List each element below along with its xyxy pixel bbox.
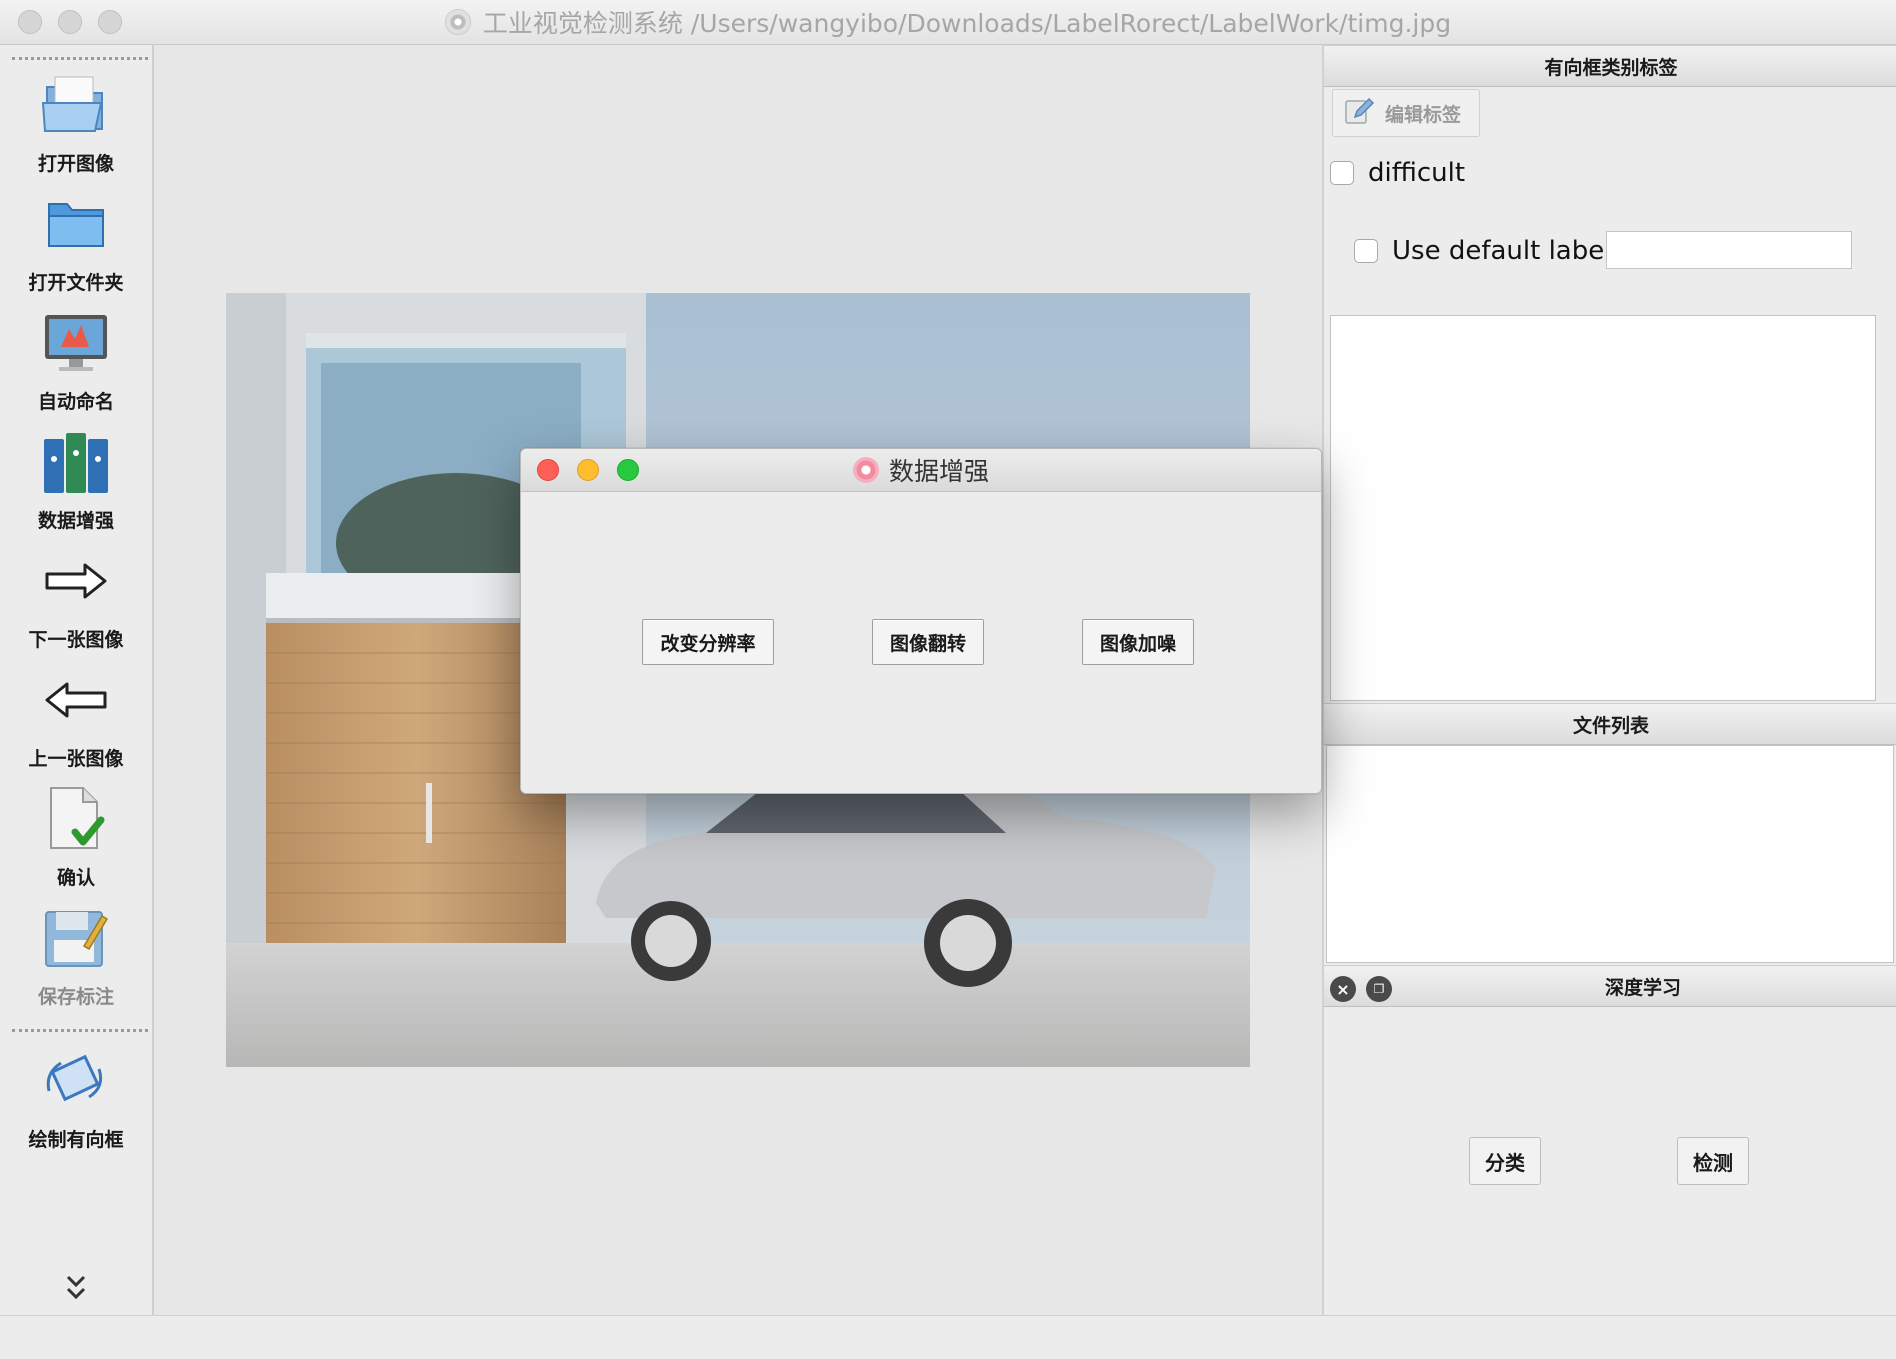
- window-titlebar: 工业视觉检测系统 /Users/wangyibo/Downloads/Label…: [0, 0, 1896, 45]
- edit-pencil-icon: [1343, 95, 1375, 132]
- data-augment-button[interactable]: 数据增强: [0, 426, 152, 544]
- classify-button[interactable]: 分类: [1469, 1137, 1541, 1185]
- edit-label-text: 编辑标签: [1385, 103, 1462, 126]
- open-image-icon: [40, 69, 112, 141]
- open-image-label: 打开图像: [37, 153, 114, 175]
- next-image-label: 下一张图像: [28, 629, 124, 651]
- dialog-title: 数据增强: [888, 457, 989, 486]
- next-image-button[interactable]: 下一张图像: [0, 545, 152, 663]
- save-icon: [40, 902, 112, 974]
- label-list[interactable]: [1330, 315, 1876, 701]
- deep-learning-title: 深度学习: [1604, 976, 1681, 999]
- save-annotation-label: 保存标注: [37, 986, 114, 1008]
- data-augment-dialog: 数据增强 改变分辨率 图像翻转 图像加噪: [520, 448, 1322, 794]
- change-resolution-button[interactable]: 改变分辨率: [642, 619, 774, 665]
- open-image-button[interactable]: 打开图像: [0, 69, 152, 187]
- toolbar-separator: [12, 1029, 148, 1032]
- right-dock: 有向框类别标签 编辑标签 difficult Use default label…: [1322, 45, 1896, 1315]
- confirm-label: 确认: [56, 867, 95, 889]
- dialog-titlebar: 数据增强: [521, 449, 1321, 492]
- status-bar: [0, 1315, 1896, 1359]
- draw-rotated-box-button[interactable]: 绘制有向框: [0, 1045, 152, 1163]
- difficult-checkbox[interactable]: [1330, 161, 1354, 185]
- data-augment-icon: [40, 426, 112, 498]
- edit-label-button[interactable]: 编辑标签: [1332, 89, 1480, 137]
- file-list-header: 文件列表: [1324, 703, 1896, 745]
- draw-rotated-box-icon: [40, 1045, 112, 1117]
- use-default-label-text: Use default label: [1392, 236, 1612, 266]
- dock-close-icon[interactable]: ×: [1330, 976, 1356, 1002]
- label-panel-header: 有向框类别标签: [1324, 45, 1896, 87]
- next-arrow-icon: [40, 545, 112, 617]
- file-list[interactable]: [1326, 745, 1894, 963]
- dock-float-icon[interactable]: ❐: [1366, 976, 1392, 1002]
- detect-button[interactable]: 检测: [1677, 1137, 1749, 1185]
- auto-name-label: 自动命名: [37, 391, 114, 413]
- open-folder-button[interactable]: 打开文件夹: [0, 188, 152, 306]
- dialog-app-icon: [852, 457, 879, 483]
- prev-image-label: 上一张图像: [28, 748, 124, 770]
- confirm-button[interactable]: 确认: [0, 783, 152, 901]
- auto-name-button[interactable]: 自动命名: [0, 307, 152, 425]
- open-folder-label: 打开文件夹: [28, 272, 124, 294]
- confirm-icon: [40, 783, 112, 855]
- difficult-row: difficult: [1330, 158, 1465, 188]
- save-annotation-button[interactable]: 保存标注: [0, 902, 152, 1020]
- toolbar-grip[interactable]: [12, 57, 148, 60]
- main-toolbar: 打开图像 打开文件夹 自动命名 数据增强 下一张图像 上一张图像 确认 保存标注…: [0, 45, 154, 1315]
- auto-name-icon: [40, 307, 112, 379]
- prev-arrow-icon: [40, 664, 112, 736]
- open-folder-icon: [40, 188, 112, 260]
- use-default-label-row: Use default label: [1354, 236, 1611, 266]
- deep-learning-header: × ❐ 深度学习: [1324, 965, 1896, 1007]
- prev-image-button[interactable]: 上一张图像: [0, 664, 152, 782]
- draw-rotated-box-label: 绘制有向框: [28, 1129, 124, 1151]
- default-label-input[interactable]: [1606, 231, 1852, 269]
- window-title: 工业视觉检测系统 /Users/wangyibo/Downloads/Label…: [482, 9, 1452, 38]
- toolbar-overflow-chevron-icon[interactable]: [64, 1273, 88, 1303]
- difficult-label: difficult: [1368, 158, 1466, 188]
- image-noise-button[interactable]: 图像加噪: [1082, 619, 1194, 665]
- use-default-label-checkbox[interactable]: [1354, 239, 1378, 263]
- app-disc-icon: [444, 9, 471, 35]
- data-augment-label: 数据增强: [37, 510, 114, 532]
- image-flip-button[interactable]: 图像翻转: [872, 619, 984, 665]
